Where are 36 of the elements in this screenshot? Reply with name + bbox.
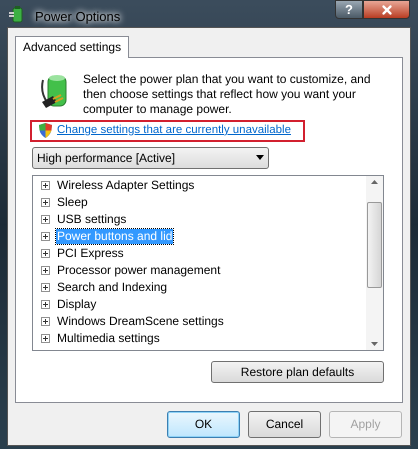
tree-item[interactable]: Sleep xyxy=(56,194,89,210)
tree-item[interactable]: USB settings xyxy=(56,212,128,226)
expand-icon[interactable] xyxy=(41,300,50,308)
expand-icon[interactable] xyxy=(41,248,50,258)
expand-icon[interactable] xyxy=(41,180,50,190)
window-title: Power Options xyxy=(35,8,120,26)
expand-icon[interactable] xyxy=(41,316,50,326)
scroll-down-icon[interactable] xyxy=(371,342,378,346)
tab[interactable]: Advanced settings xyxy=(15,36,130,58)
tree-item[interactable]: Wireless Adapter Settings xyxy=(56,178,196,192)
tree-item[interactable]: PCI Express xyxy=(56,246,125,260)
tree-item[interactable]: Processor power management xyxy=(56,262,222,278)
close-button[interactable] xyxy=(363,0,410,19)
tree-item[interactable]: Multimedia settings xyxy=(56,330,161,346)
tree-item[interactable]: Search and Indexing xyxy=(56,280,168,294)
close-icon xyxy=(380,2,394,16)
tree-item[interactable]: Windows DreamScene settings xyxy=(56,314,225,328)
dialog-button[interactable]: Cancel xyxy=(248,410,321,438)
expand-icon[interactable] xyxy=(41,198,50,206)
instruction-text: Select the power plan that you want to customize, and then choose settings that reflect how you want your computer to manage power. xyxy=(83,72,372,116)
help-button[interactable]: ? xyxy=(335,0,363,19)
expand-icon[interactable] xyxy=(41,282,50,292)
scroll-up-icon[interactable] xyxy=(371,180,378,184)
tree-item[interactable]: Display xyxy=(56,296,98,312)
restore-button[interactable]: Restore plan defaults xyxy=(211,360,384,382)
dropdown-arrow-icon xyxy=(256,155,264,160)
dialog-button[interactable]: OK xyxy=(167,410,240,438)
shield-icon xyxy=(39,123,52,138)
settings-link[interactable]: Change settings that are currently unavailable xyxy=(57,122,291,140)
expand-icon[interactable] xyxy=(41,334,50,342)
expand-icon[interactable] xyxy=(41,266,50,274)
plan-dropdown[interactable]: High performance [Active] xyxy=(32,146,269,168)
scrollbar[interactable] xyxy=(366,176,383,350)
expand-icon[interactable] xyxy=(41,214,50,224)
scroll-thumb[interactable] xyxy=(367,202,382,288)
expand-icon[interactable] xyxy=(41,232,50,240)
